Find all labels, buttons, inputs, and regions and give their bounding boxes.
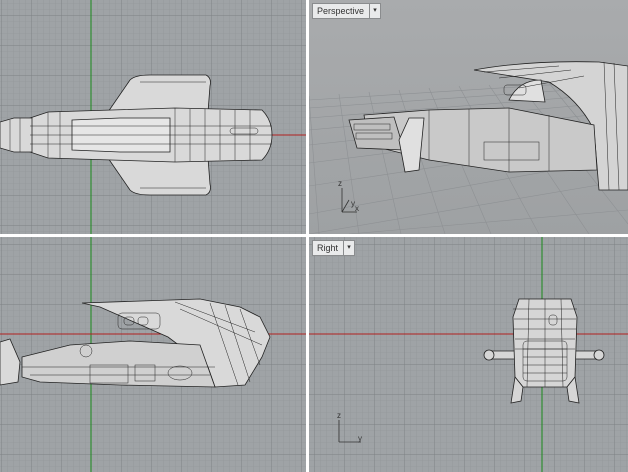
rhino-four-viewport-layout: z y x Perspective ▾ z y Right ▾ bbox=[0, 0, 628, 472]
axis-label-z: z bbox=[337, 411, 341, 420]
viewport-title-right: Right bbox=[317, 243, 339, 253]
viewport-front[interactable] bbox=[0, 237, 306, 472]
dropdown-arrow-icon[interactable]: ▾ bbox=[343, 241, 354, 255]
dropdown-arrow-icon[interactable]: ▾ bbox=[369, 4, 380, 18]
model-right-view: z y bbox=[337, 298, 605, 443]
model-perspective-view: z y x bbox=[338, 61, 628, 213]
viewport-title-perspective: Perspective bbox=[317, 6, 365, 16]
model-top-view bbox=[0, 74, 273, 196]
axis-label-z: z bbox=[338, 179, 342, 188]
viewport-right[interactable]: z y Right ▾ bbox=[309, 237, 628, 472]
viewport-label-right[interactable]: Right ▾ bbox=[312, 240, 356, 256]
viewport-top[interactable] bbox=[0, 0, 306, 234]
viewport-label-perspective[interactable]: Perspective ▾ bbox=[312, 3, 382, 19]
viewport-perspective[interactable]: z y x Perspective ▾ bbox=[309, 0, 628, 234]
model-front-view bbox=[0, 298, 271, 388]
axis-label-x: x bbox=[355, 204, 359, 213]
axis-label-y: y bbox=[358, 434, 362, 443]
